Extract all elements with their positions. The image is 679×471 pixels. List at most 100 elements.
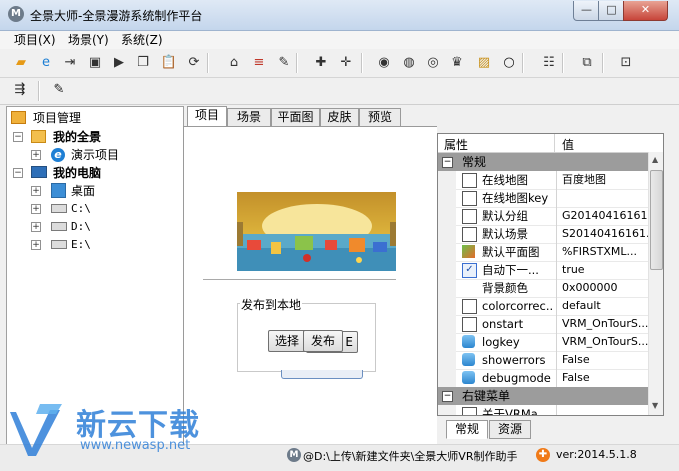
close-button[interactable]: ✕ xyxy=(623,1,668,21)
property-row[interactable]: 默认场景 S20140416161... xyxy=(438,225,648,244)
edit-doc-icon xyxy=(462,173,477,188)
scroll-up-arrow-icon[interactable]: ▲ xyxy=(652,155,658,164)
property-row[interactable]: onstart VRM_OnTourS... xyxy=(438,315,648,334)
menu-system[interactable]: 系统(Z) xyxy=(121,32,163,48)
minimize-button[interactable]: — xyxy=(573,1,600,21)
tree-drive-d[interactable]: + D:\ xyxy=(31,218,171,236)
list-icon[interactable]: ≡ xyxy=(250,54,268,72)
tree-drive-e[interactable]: + E:\ xyxy=(31,236,171,254)
tree-demo-project[interactable]: + e 演示项目 xyxy=(31,146,171,164)
property-row[interactable]: 在线地图key xyxy=(438,189,648,208)
collapse-toggle-icon[interactable]: − xyxy=(442,391,453,402)
collapse-toggle-icon[interactable]: − xyxy=(13,168,23,178)
tab-floorplan[interactable]: 平面图 xyxy=(271,108,320,126)
property-row[interactable]: colorcorrec... default xyxy=(438,297,648,316)
property-value[interactable]: %FIRSTXML... xyxy=(562,243,648,261)
camera-lock-icon[interactable]: ◍ xyxy=(400,54,418,72)
property-value[interactable]: 百度地图 xyxy=(562,171,648,189)
property-value[interactable]: 0x000000 xyxy=(562,279,648,297)
property-value[interactable]: False xyxy=(562,369,648,387)
menu-bar: 项目(X) 场景(Y) 系统(Z) xyxy=(0,31,679,49)
property-category[interactable]: − 右键菜单 xyxy=(438,387,648,405)
property-value[interactable]: VRM_OnTourS... xyxy=(562,333,648,351)
publish-exe-icon[interactable]: ⇶ xyxy=(11,81,29,99)
select-button[interactable]: 选择 xyxy=(268,330,306,352)
tree-my-panorama[interactable]: − 我的全景 xyxy=(13,128,173,146)
tab-preview[interactable]: 预览 xyxy=(359,108,401,126)
property-value[interactable]: VRM_OnTourS... xyxy=(562,315,648,333)
menu-project[interactable]: 项目(X) xyxy=(14,32,56,48)
property-grid-scrollbar[interactable]: ▲ ▼ xyxy=(648,152,663,415)
expand-toggle-icon[interactable]: + xyxy=(31,204,41,214)
camera-icon[interactable]: ◉ xyxy=(375,54,393,72)
video-icon[interactable]: ▶ xyxy=(110,54,128,72)
property-row[interactable]: showerrors False xyxy=(438,351,648,370)
toolbar-separator xyxy=(361,53,363,73)
expand-toggle-icon[interactable]: + xyxy=(31,222,41,232)
document-edit-icon[interactable]: ✎ xyxy=(275,54,293,72)
property-row[interactable]: 背景颜色 0x000000 xyxy=(438,279,648,298)
ring-icon[interactable]: ○ xyxy=(500,54,518,72)
grid-icon[interactable]: ☷ xyxy=(540,54,558,72)
hotspot-add-icon[interactable]: ✚ xyxy=(312,54,330,72)
property-row[interactable]: ✓ 自动下一... true xyxy=(438,261,648,280)
project-tree[interactable]: 项目管理 − 我的全景 + e 演示项目 − 我的电脑 + 桌面 + C:\ +… xyxy=(6,106,184,446)
property-value[interactable]: true xyxy=(562,261,648,279)
collapse-toggle-icon[interactable]: − xyxy=(442,157,453,168)
layers-icon[interactable]: ⧉ xyxy=(578,54,596,72)
property-category[interactable]: − 常规 xyxy=(438,153,648,171)
row-gutter xyxy=(438,261,456,279)
tree-drive-e-label: E:\ xyxy=(71,238,91,251)
menu-scene[interactable]: 场景(Y) xyxy=(68,32,109,48)
scroll-down-arrow-icon[interactable]: ▼ xyxy=(652,401,658,410)
expand-toggle-icon[interactable]: + xyxy=(31,186,41,196)
tab-scene[interactable]: 场景 xyxy=(227,108,271,126)
edit-note-icon[interactable]: ✎ xyxy=(50,81,68,99)
property-category-label: 常规 xyxy=(462,155,487,169)
home-icon[interactable]: ⌂ xyxy=(225,54,243,72)
property-name: 背景颜色 xyxy=(482,281,528,295)
floppy-icon[interactable]: ▣ xyxy=(86,54,104,72)
copy-icon[interactable]: ❐ xyxy=(134,54,152,72)
tree-my-computer[interactable]: − 我的电脑 xyxy=(13,164,173,182)
tab-project[interactable]: 项目 xyxy=(187,106,227,127)
tab-general[interactable]: 常规 xyxy=(446,420,488,439)
property-row[interactable]: logkey VRM_OnTourS... xyxy=(438,333,648,352)
tab-resources[interactable]: 资源 xyxy=(489,420,531,439)
tree-drive-c[interactable]: + C:\ xyxy=(31,200,171,218)
property-row[interactable]: 默认分组 G20140416161... xyxy=(438,207,648,226)
hat-icon[interactable]: ♛ xyxy=(448,54,466,72)
property-name: debugmode xyxy=(482,371,551,385)
property-value[interactable]: G20140416161... xyxy=(562,207,648,225)
refresh-icon[interactable]: ⟳ xyxy=(185,54,203,72)
maximize-button[interactable]: □ xyxy=(598,1,625,21)
property-row[interactable]: debugmode False xyxy=(438,369,648,388)
collapse-toggle-icon[interactable]: − xyxy=(13,132,23,142)
property-row[interactable]: 默认平面图 %FIRSTXML... xyxy=(438,243,648,262)
tree-desktop[interactable]: + 桌面 xyxy=(31,182,171,200)
property-grid[interactable]: 属性 值 −常规在线地图百度地图在线地图key默认分组G20140416161.… xyxy=(437,133,664,416)
paste-icon[interactable]: 📋 xyxy=(160,54,178,72)
property-value[interactable]: False xyxy=(562,351,648,369)
indent-icon[interactable]: ⇥ xyxy=(61,54,79,72)
ie-icon[interactable]: e xyxy=(37,54,55,72)
expand-toggle-icon[interactable]: + xyxy=(31,150,41,160)
property-value[interactable]: default xyxy=(562,297,648,315)
hotspot-remove-icon[interactable]: ✛ xyxy=(337,54,355,72)
toolbar-separator xyxy=(207,53,209,73)
panel-icon[interactable]: ⊡ xyxy=(617,54,635,72)
property-value[interactable]: S20140416161... xyxy=(562,225,648,243)
scrollbar-thumb[interactable] xyxy=(650,170,663,270)
row-gutter xyxy=(438,171,456,189)
picture-icon[interactable]: ▨ xyxy=(475,54,493,72)
computer-icon xyxy=(31,166,47,178)
publish-button[interactable]: 发布 xyxy=(303,330,343,352)
edit-doc-icon xyxy=(462,407,477,415)
property-row[interactable]: 在线地图 百度地图 xyxy=(438,171,648,190)
expand-toggle-icon[interactable]: + xyxy=(31,240,41,250)
newasp-logo-icon xyxy=(10,404,62,456)
property-row[interactable]: 关于VRMa... xyxy=(438,405,648,415)
open-folder-icon[interactable]: ▰ xyxy=(12,54,30,72)
tab-skin[interactable]: 皮肤 xyxy=(320,108,359,126)
camera-settings-icon[interactable]: ◎ xyxy=(424,54,442,72)
